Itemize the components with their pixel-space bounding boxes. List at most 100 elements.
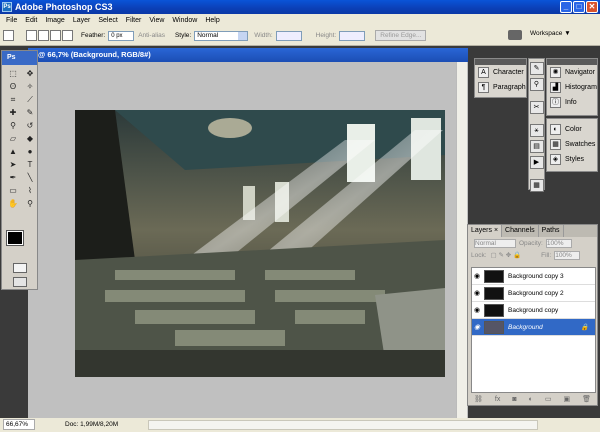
paint-bucket-icon[interactable]: ◆ [23, 133, 37, 144]
menu-edit[interactable]: Edit [21, 17, 41, 24]
lasso-icon[interactable]: ʘ [6, 81, 20, 92]
layer-comps-icon[interactable]: ⚹ [529, 124, 544, 137]
zoom-icon[interactable]: ⚲ [23, 198, 37, 209]
minimize-button[interactable]: _ [560, 1, 572, 13]
slice-icon[interactable]: ⟋ [23, 94, 37, 105]
menu-file[interactable]: File [2, 17, 21, 24]
trash-icon[interactable]: 🗑 [582, 395, 591, 403]
menu-select[interactable]: Select [94, 17, 121, 24]
style-select[interactable]: Normal [194, 30, 249, 41]
eye-icon[interactable]: ◉ [472, 272, 482, 280]
eraser-icon[interactable]: ▱ [6, 133, 20, 144]
info-tab[interactable]: ⓘ Info [547, 95, 597, 110]
adjustment-layer-icon[interactable]: ◐ [529, 396, 533, 403]
new-layer-icon[interactable]: ▣ [563, 395, 570, 403]
histogram-tab[interactable]: ▟ Histogram [547, 80, 597, 95]
actions-icon[interactable]: ▶ [529, 156, 544, 169]
foreground-color-swatch[interactable] [6, 230, 24, 246]
width-label: Width: [254, 32, 273, 39]
color-tab[interactable]: ◐ Color [547, 122, 597, 137]
menu-help[interactable]: Help [201, 17, 223, 24]
blend-mode-select[interactable]: Normal [474, 238, 516, 248]
eye-icon[interactable]: ◉ [472, 323, 482, 331]
feather-input[interactable]: 0 px [108, 30, 135, 41]
document-image[interactable] [75, 110, 445, 377]
tab-channels[interactable]: Channels [502, 225, 539, 237]
fill-input[interactable]: 100% [554, 250, 581, 260]
notes-icon[interactable]: ▭ [6, 185, 20, 196]
magic-wand-icon[interactable]: ✧ [23, 81, 37, 92]
close-button[interactable]: ✕ [586, 1, 598, 13]
screen-mode-icon[interactable] [13, 277, 27, 287]
refine-edge-button[interactable]: Refine Edge... [375, 30, 427, 41]
info-label: Info [565, 99, 577, 106]
zoom-field[interactable]: 66,67% [3, 419, 35, 430]
hand-icon[interactable]: ✋ [6, 198, 20, 209]
group-icon[interactable]: ▭ [545, 395, 552, 403]
eyedropper-icon[interactable]: ⌇ [23, 185, 37, 196]
pen-icon[interactable]: ✒ [6, 172, 20, 183]
styles-tab[interactable]: ◈ Styles [547, 152, 597, 167]
lock-icons[interactable]: ▢ ✎ ✥ 🔒 [491, 251, 522, 259]
layer-name: Background [508, 323, 543, 331]
paragraph-tab[interactable]: ¶ Paragraph [475, 80, 526, 95]
brushes-icon[interactable]: ✎ [529, 62, 544, 75]
quick-mask-icon[interactable] [13, 263, 27, 273]
document-title[interactable]: @ 66,7% (Background, RGB/8#) [28, 48, 468, 62]
navigator-icon: ✺ [550, 67, 561, 78]
doc-size[interactable]: Doc: 1,99M/8,20M [65, 418, 118, 432]
eye-icon[interactable]: ◉ [472, 289, 482, 297]
blur-icon[interactable]: ▲ [6, 146, 20, 157]
swatches-tab[interactable]: ▦ Swatches [547, 137, 597, 152]
dodge-icon[interactable]: ● [23, 146, 37, 157]
intersect-selection-icon[interactable] [62, 30, 73, 41]
menu-layer[interactable]: Layer [69, 17, 95, 24]
layer-row[interactable]: ◉ Background copy 3 [472, 268, 595, 285]
document-scrollbar[interactable] [456, 62, 467, 418]
history-brush-icon[interactable]: ↺ [23, 120, 37, 131]
antialias-checkbox[interactable]: Anti-alias [138, 32, 165, 39]
tab-paths[interactable]: Paths [539, 225, 564, 237]
menu-image[interactable]: Image [41, 17, 68, 24]
workspace-menu[interactable]: Workspace ▼ [530, 27, 571, 41]
menu-window[interactable]: Window [168, 17, 201, 24]
healing-brush-icon[interactable]: ✚ [6, 107, 20, 118]
tab-layers[interactable]: Layers × [468, 225, 503, 237]
menu-view[interactable]: View [145, 17, 168, 24]
horizontal-scrollbar[interactable] [148, 420, 538, 430]
height-input[interactable] [339, 30, 366, 41]
marquee-icon[interactable]: ⬚ [6, 68, 20, 79]
width-input[interactable] [275, 30, 302, 41]
type-icon[interactable]: T [23, 159, 37, 170]
menu-bar: File Edit Image Layer Select Filter View… [0, 14, 600, 26]
new-selection-icon[interactable] [26, 30, 37, 41]
clone-source-icon[interactable]: ⚲ [529, 78, 544, 91]
clone-stamp-icon[interactable]: ⚲ [6, 120, 20, 131]
marquee-preset-icon[interactable] [3, 30, 14, 41]
crop-icon[interactable]: ⌗ [6, 94, 20, 105]
shape-icon[interactable]: ╲ [23, 172, 37, 183]
subtract-selection-icon[interactable] [50, 30, 61, 41]
workspace-icon[interactable] [508, 30, 522, 40]
link-layers-icon[interactable]: ⛓ [474, 395, 483, 403]
path-selection-icon[interactable]: ➤ [6, 159, 20, 170]
toolbox-header[interactable]: Ps [2, 51, 37, 65]
layer-row[interactable]: ◉ Background copy 2 [472, 285, 595, 302]
eye-icon[interactable]: ◉ [472, 306, 482, 314]
brush-icon[interactable]: ✎ [23, 107, 37, 118]
tool-presets-icon[interactable]: ✂ [529, 101, 544, 114]
menu-filter[interactable]: Filter [122, 17, 146, 24]
navigator-tab[interactable]: ✺ Navigator [547, 65, 597, 80]
add-selection-icon[interactable] [38, 30, 49, 41]
layer-style-icon[interactable]: fx [495, 396, 500, 403]
layer-row-selected[interactable]: ◉ Background 🔒 [472, 319, 595, 336]
character-tab[interactable]: A Character [475, 65, 526, 80]
opacity-input[interactable]: 100% [545, 238, 572, 248]
layer-mask-icon[interactable]: ◙ [512, 396, 516, 403]
maximize-button[interactable]: □ [573, 1, 585, 13]
history-icon[interactable]: ▤ [529, 140, 544, 153]
layer-row[interactable]: ◉ Background copy [472, 302, 595, 319]
style-label: Style: [174, 32, 192, 39]
move-icon[interactable]: ✥ [23, 68, 37, 79]
info-panel-icon[interactable]: ▦ [529, 179, 544, 192]
